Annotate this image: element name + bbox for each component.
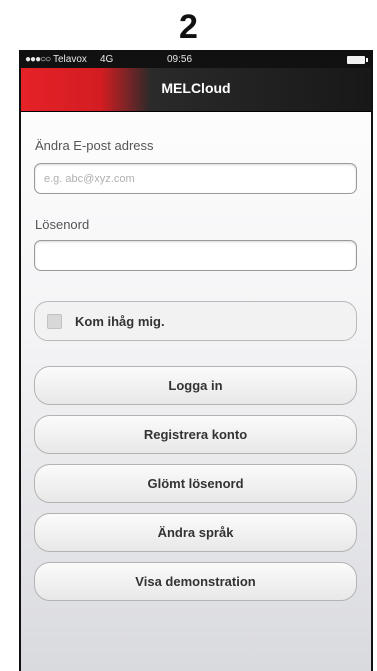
step-number: 2 (179, 8, 198, 46)
network-type: 4G (100, 54, 114, 65)
email-field[interactable] (34, 163, 357, 194)
show-demo-button[interactable]: Visa demonstration (34, 562, 357, 601)
remember-me-label: Kom ihåg mig. (75, 314, 165, 329)
remember-me-toggle[interactable]: Kom ihåg mig. (34, 301, 357, 341)
email-label: Ändra E-post adress (35, 138, 154, 153)
status-bar: ●●●○○ Telavox 4G 09:56 (21, 52, 371, 68)
change-language-button[interactable]: Ändra språk (34, 513, 357, 552)
app-title: MELCloud (161, 80, 231, 96)
password-field[interactable] (34, 240, 357, 271)
status-time: 09:56 (167, 54, 193, 65)
remember-me-checkbox[interactable] (47, 314, 62, 329)
phone-screen: ●●●○○ Telavox 4G 09:56 MELCloud Ändra E-… (19, 50, 373, 671)
forgot-password-button[interactable]: Glömt lösenord (34, 464, 357, 503)
nav-bar: MELCloud (21, 68, 371, 112)
password-label: Lösenord (35, 217, 90, 232)
battery-icon (347, 56, 368, 64)
register-account-button[interactable]: Registrera konto (34, 415, 357, 454)
carrier-name: Telavox (53, 54, 87, 65)
signal-strength-icon: ●●●○○ (25, 54, 51, 65)
login-button[interactable]: Logga in (34, 366, 357, 405)
